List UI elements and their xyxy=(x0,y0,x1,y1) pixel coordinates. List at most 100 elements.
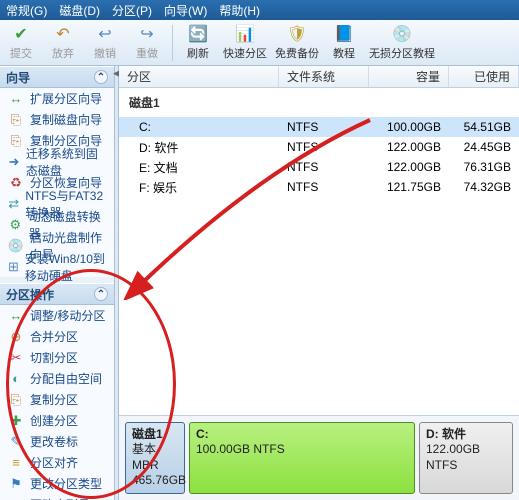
item-icon: ⚑ xyxy=(8,476,24,492)
item-label: 更改卷标 xyxy=(30,433,78,450)
list-item[interactable]: ↔扩展分区向导 xyxy=(0,88,114,109)
toolbar-button[interactable]: ↪重做 xyxy=(126,21,168,65)
item-icon: ⎘ xyxy=(8,112,24,128)
left-sidebar: 向导 ⌃ ↔扩展分区向导⎘复制磁盘向导⎘复制分区向导➜迁移系统到固态磁盘♻分区恢… xyxy=(0,66,115,500)
partition-block-c[interactable]: C: 100.00GB NTFS xyxy=(189,422,415,494)
list-item[interactable]: ⚑ 更改分区类型 xyxy=(0,473,114,494)
item-icon: ↔ xyxy=(8,308,24,324)
toolbar-button[interactable]: ↶放弃 xyxy=(42,21,84,65)
toolbar-icon: 🛡 xyxy=(287,24,307,44)
toolbar-icon: ↶ xyxy=(53,24,73,44)
toolbar-icon: ✔ xyxy=(11,24,31,44)
list-item[interactable]: ✂切割分区 xyxy=(0,347,114,368)
chevron-up-icon[interactable]: ⌃ xyxy=(94,70,108,84)
menu-item[interactable]: 常规(G) xyxy=(6,2,47,19)
cell-fs: NTFS xyxy=(279,180,369,194)
item-label: 调整/移动分区 xyxy=(30,307,105,324)
menu-item[interactable]: 磁盘(D) xyxy=(59,2,100,19)
part-d-size: 122.00GB NTFS xyxy=(426,442,480,472)
cell-partition: C: xyxy=(119,120,279,134)
list-item[interactable]: ✎更改卷标 xyxy=(0,431,114,452)
right-pane: 分区 文件系统 容量 已使用 磁盘1 C:NTFS100.00GB54.51GB… xyxy=(119,66,519,500)
item-label: 安装Win8/10到移动硬盘 xyxy=(25,250,106,284)
item-label: 扩展分区向导 xyxy=(30,90,102,107)
col-used[interactable]: 已使用 xyxy=(449,66,519,87)
cell-cap: 122.00GB xyxy=(369,140,449,154)
item-icon: ◐ xyxy=(8,371,24,387)
toolbar-button[interactable]: ✔提交 xyxy=(0,21,42,65)
list-item[interactable]: ⊞安装Win8/10到移动硬盘 xyxy=(0,256,114,277)
cell-used: 76.31GB xyxy=(449,160,519,174)
col-cap[interactable]: 容量 xyxy=(369,66,449,87)
cell-used: 24.45GB xyxy=(449,140,519,154)
col-partition[interactable]: 分区 xyxy=(119,66,279,87)
table-row[interactable]: D: 软件NTFS122.00GB24.45GB xyxy=(119,137,519,157)
disk-name[interactable]: 磁盘1 xyxy=(119,88,519,117)
partition-block-d[interactable]: D: 软件 122.00GB NTFS xyxy=(419,422,513,494)
item-icon: ⊕ xyxy=(8,329,24,345)
toolbar-button[interactable]: 💿无损分区教程 xyxy=(365,21,439,65)
part-d-title: D: 软件 xyxy=(426,427,466,441)
item-icon: ≡ xyxy=(8,455,24,471)
table-body: C:NTFS100.00GB54.51GBD: 软件NTFS122.00GB24… xyxy=(119,117,519,197)
menu-item[interactable]: 帮助(H) xyxy=(219,2,260,19)
list-item[interactable]: ⎘ 复制磁盘向导 xyxy=(0,109,114,130)
disk-info-block[interactable]: 磁盘1 基本 MBR 465.76GB xyxy=(125,422,185,494)
list-item[interactable]: ↔ 调整/移动分区 xyxy=(0,305,114,326)
toolbar-button[interactable]: ↩撤销 xyxy=(84,21,126,65)
cell-partition: F: 娱乐 xyxy=(119,179,279,196)
item-icon: ✂ xyxy=(8,350,24,366)
ops-panel-body: ↔ 调整/移动分区 ⊕ 合并分区 ✂切割分区◐分配自由空间 ⎘ 复制分区 ✚ 创建分区 ✎更改卷标… xyxy=(0,305,114,500)
table-row[interactable]: F: 娱乐NTFS121.75GB74.32GB xyxy=(119,177,519,197)
cell-cap: 100.00GB xyxy=(369,120,449,134)
item-label: 更改分区类型 xyxy=(30,475,102,492)
disk-info-title: 磁盘1 xyxy=(132,427,163,441)
item-label: 复制磁盘向导 xyxy=(30,111,102,128)
toolbar-button[interactable]: 📊快速分区 xyxy=(219,21,271,65)
menu-item[interactable]: 向导(W) xyxy=(164,2,207,19)
item-label: 分区对齐 xyxy=(30,454,78,471)
table-row[interactable]: C:NTFS100.00GB54.51GB xyxy=(119,117,519,137)
col-fs[interactable]: 文件系统 xyxy=(279,66,369,87)
cell-fs: NTFS xyxy=(279,160,369,174)
ops-panel-header[interactable]: 分区操作 ⌃ xyxy=(0,283,114,305)
disk-info-type: 基本 MBR xyxy=(132,442,159,472)
list-item[interactable]: ◐分配自由空间 xyxy=(0,368,114,389)
cell-fs: NTFS xyxy=(279,140,369,154)
list-item[interactable]: ≡ 分区对齐 xyxy=(0,452,114,473)
wizard-title: 向导 xyxy=(6,69,30,86)
cell-partition: D: 软件 xyxy=(119,139,279,156)
toolbar-label: 提交 xyxy=(10,45,32,61)
toolbar-label: 无损分区教程 xyxy=(369,45,435,61)
toolbar-label: 放弃 xyxy=(52,45,74,61)
table-header: 分区 文件系统 容量 已使用 xyxy=(119,66,519,88)
list-item[interactable]: A更改序列号 xyxy=(0,494,114,500)
toolbar-icon: 📊 xyxy=(235,24,255,44)
toolbar-icon: ↪ xyxy=(137,24,157,44)
menu-item[interactable]: 分区(P) xyxy=(112,2,152,19)
ops-title: 分区操作 xyxy=(6,286,54,303)
list-item[interactable]: ⎘ 复制分区 xyxy=(0,389,114,410)
toolbar-label: 刷新 xyxy=(187,45,209,61)
item-label: 创建分区 xyxy=(30,412,78,429)
item-icon: 💿 xyxy=(8,238,24,254)
chevron-up-icon[interactable]: ⌃ xyxy=(94,287,108,301)
toolbar-button[interactable]: 🔄刷新 xyxy=(177,21,219,65)
part-c-title: C: xyxy=(196,427,209,441)
table-row[interactable]: E: 文档NTFS122.00GB76.31GB xyxy=(119,157,519,177)
separator xyxy=(172,25,173,61)
toolbar-button[interactable]: 🛡免费备份 xyxy=(271,21,323,65)
list-item[interactable]: ➜迁移系统到固态磁盘 xyxy=(0,151,114,172)
cell-used: 54.51GB xyxy=(449,120,519,134)
list-item[interactable]: ✚ 创建分区 xyxy=(0,410,114,431)
item-label: 复制分区 xyxy=(30,391,78,408)
list-item[interactable]: ⊕ 合并分区 xyxy=(0,326,114,347)
item-icon: ✚ xyxy=(8,413,24,429)
toolbar-button[interactable]: 📘教程 xyxy=(323,21,365,65)
item-icon: ⎘ xyxy=(8,392,24,408)
item-icon: ⎘ xyxy=(8,133,24,149)
wizard-panel-body: ↔扩展分区向导⎘复制磁盘向导⎘复制分区向导➜迁移系统到固态磁盘♻分区恢复向导⇄N… xyxy=(0,88,114,277)
toolbar-label: 重做 xyxy=(136,45,158,61)
wizard-panel-header[interactable]: 向导 ⌃ xyxy=(0,66,114,88)
item-label: 合并分区 xyxy=(30,328,78,345)
